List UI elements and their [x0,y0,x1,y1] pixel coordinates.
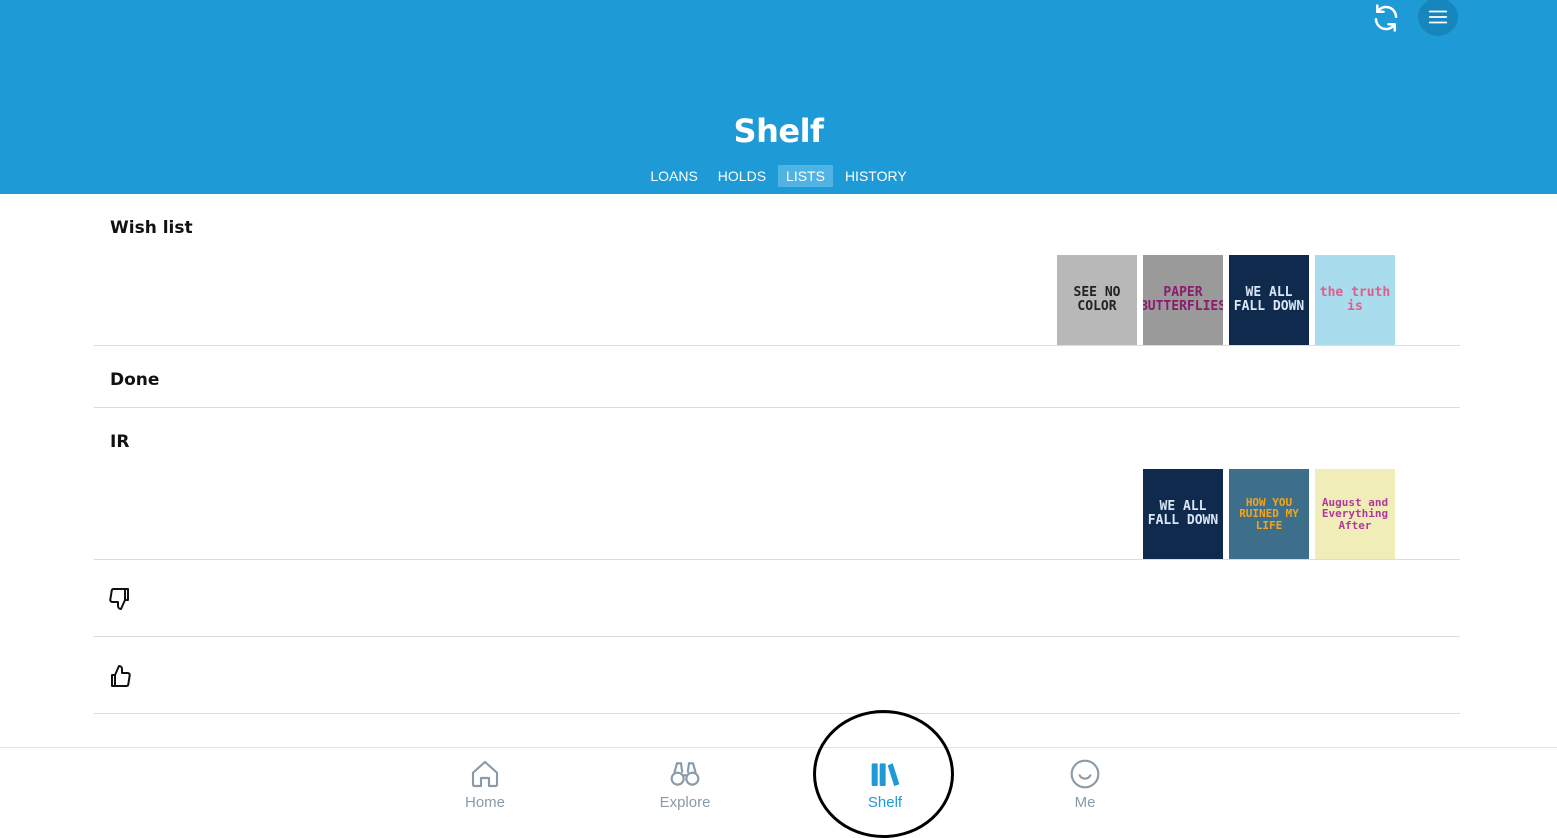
binoculars-icon [670,762,700,786]
book-cover[interactable]: WE ALL FALL DOWN [1229,255,1309,345]
menu-button[interactable] [1418,0,1458,36]
list-name: Wish list [110,218,193,238]
nav-label: Me [1074,794,1096,811]
tab-lists[interactable]: LISTS [778,165,833,187]
book-cover[interactable]: SEE NO COLOR [1057,255,1137,345]
list-ir[interactable]: IR WE ALL FALL DOWN HOW YOU RUINED MY LIF… [94,408,1460,560]
thumbs-down-icon [109,588,129,610]
smiley-icon [1070,759,1100,789]
nav-me[interactable]: Me [1025,758,1145,811]
thumbs-up-icon [111,665,131,687]
tab-loans[interactable]: LOANS [642,165,705,187]
lists-container: Wish list SEE NO COLOR PAPER BUTTERFLIES W… [94,194,1460,714]
nav-explore[interactable]: Explore [625,758,745,811]
tab-holds[interactable]: HOLDS [710,165,774,187]
book-cover-title: PAPER BUTTERFLIES [1143,285,1223,314]
sync-icon [1374,4,1398,32]
book-cover-title: HOW YOU RUINED MY LIFE [1239,495,1299,532]
list-name: Done [110,370,160,390]
book-cover-title: the truth is [1319,285,1391,314]
book-cover[interactable]: August and Everything After [1315,469,1395,559]
nav-shelf[interactable]: Shelf [825,758,945,811]
hamburger-menu-icon [1428,10,1448,24]
bottom-navigation: Home Explore Shelf Me [0,747,1557,821]
list-liked[interactable] [94,637,1460,714]
shelf-tabs: LOANS HOLDS LISTS HISTORY [0,165,1557,187]
sync-button[interactable] [1366,0,1406,36]
tab-history[interactable]: HISTORY [837,165,915,187]
nav-label: Home [464,794,505,811]
page-title: Shelf [733,112,824,150]
book-cover[interactable]: HOW YOU RUINED MY LIFE [1229,469,1309,559]
list-done[interactable]: Done [94,346,1460,408]
home-icon [471,760,499,788]
book-cover[interactable]: PAPER BUTTERFLIES [1143,255,1223,345]
book-cover[interactable]: the truth is [1315,255,1395,345]
book-cover-title: SEE NO COLOR [1073,285,1121,314]
nav-label: Explore [659,794,711,811]
books-icon [871,763,900,787]
book-cover-title: WE ALL FALL DOWN [1233,285,1305,314]
nav-label: Shelf [867,794,903,811]
nav-home[interactable]: Home [425,758,545,811]
list-wish-list[interactable]: Wish list SEE NO COLOR PAPER BUTTERFLIES W… [94,194,1460,346]
list-covers: SEE NO COLOR PAPER BUTTERFLIES WE ALL FALL… [1057,255,1395,345]
shelf-header: Shelf LOANS HOLDS LISTS HISTORY [0,0,1557,194]
book-cover-title: WE ALL FALL DOWN [1147,499,1219,528]
book-cover[interactable]: WE ALL FALL DOWN [1143,469,1223,559]
list-covers: WE ALL FALL DOWN HOW YOU RUINED MY LIFE Au… [1143,469,1395,559]
list-name: IR [110,432,130,452]
list-disliked[interactable] [94,560,1460,637]
book-cover-title: August and Everything After [1321,495,1389,532]
